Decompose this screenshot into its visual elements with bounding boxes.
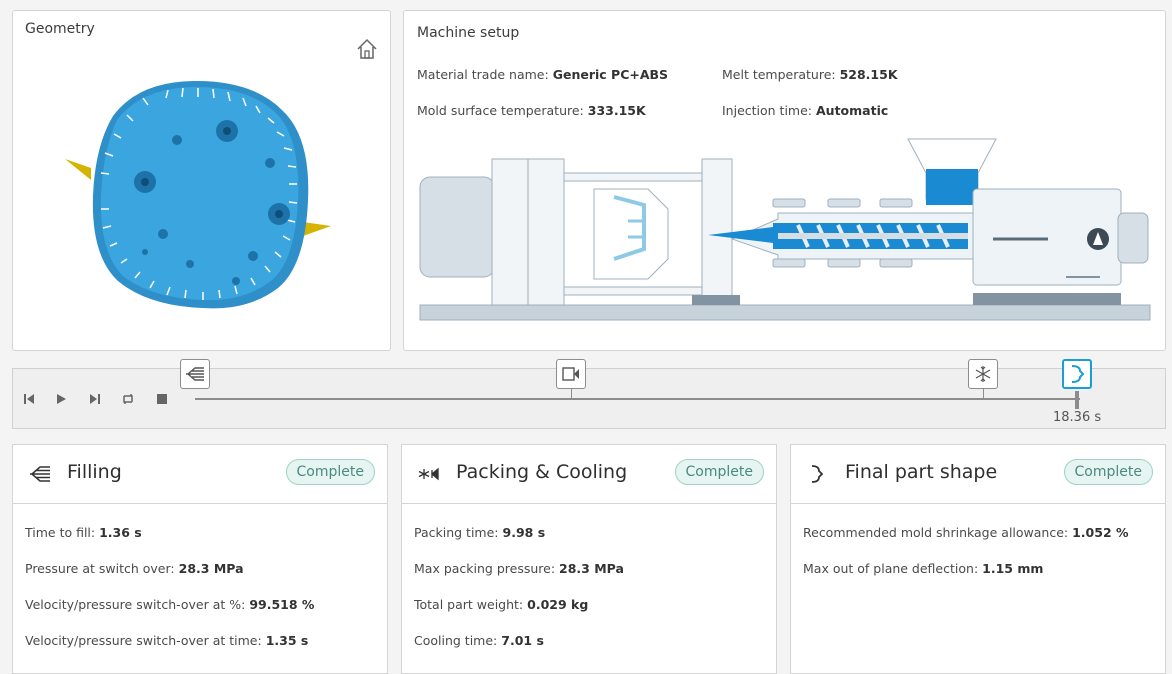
packing-status-badge: Complete (674, 459, 764, 485)
cooling-time: Cooling time: 7.01 s (414, 633, 544, 648)
row-label: Velocity/pressure switch-over at %: (25, 597, 246, 612)
filling-status-badge: Complete (285, 459, 375, 485)
injection-label: Injection time: (722, 103, 813, 118)
geometry-panel: Geometry (12, 10, 391, 351)
switch-over-percent: Velocity/pressure switch-over at %: 99.5… (25, 597, 314, 612)
filling-card-header: Filling Complete (13, 445, 387, 504)
home-icon[interactable] (354, 36, 380, 62)
packing-cooling-icon (418, 467, 439, 481)
pressure-switch-over: Pressure at switch over: 28.3 MPa (25, 561, 244, 576)
material-label: Material trade name: (417, 67, 549, 82)
final-title: Final part shape (845, 461, 998, 483)
row-value: 1.15 mm (982, 561, 1044, 576)
simulation-timeline: 18.36 s (12, 359, 1166, 429)
row-value: 28.3 MPa (559, 561, 624, 576)
mold-shrinkage-allowance: Recommended mold shrinkage allowance: 1.… (803, 525, 1129, 540)
filling-title: Filling (67, 461, 122, 483)
max-packing-pressure: Max packing pressure: 28.3 MPa (414, 561, 624, 576)
packing-icon[interactable] (556, 359, 586, 389)
row-value: 99.518 % (249, 597, 315, 612)
out-of-plane-deflection: Max out of plane deflection: 1.15 mm (803, 561, 1043, 576)
geometry-title: Geometry (25, 21, 95, 37)
row-value: 9.98 s (502, 525, 546, 540)
row-label: Velocity/pressure switch-over at time: (25, 633, 262, 648)
filling-icon (30, 466, 50, 482)
final-shape-icon (811, 465, 824, 483)
play-icon[interactable] (53, 391, 69, 407)
packing-title: Packing & Cooling (456, 461, 628, 483)
packing-card-header: Packing & Cooling Complete (402, 445, 776, 504)
row-label: Cooling time: (414, 633, 498, 648)
melt-label: Melt temperature: (722, 67, 836, 82)
melt-temperature: Melt temperature: 528.15K (722, 67, 898, 82)
row-value: 28.3 MPa (178, 561, 244, 576)
part-model-3d[interactable] (53, 76, 343, 316)
row-label: Packing time: (414, 525, 499, 540)
loop-icon[interactable] (120, 391, 136, 407)
mold-value: 333.15K (587, 103, 646, 118)
row-value: 7.01 s (501, 633, 544, 648)
time-to-fill: Time to fill: 1.36 s (25, 525, 142, 540)
row-label: Pressure at switch over: (25, 561, 175, 576)
final-part-shape-card: Final part shape Complete Recommended mo… (790, 444, 1166, 674)
machine-setup-panel: Machine setup Material trade name: Gener… (403, 10, 1166, 351)
row-value: 1.35 s (265, 633, 309, 648)
total-part-weight: Total part weight: 0.029 kg (414, 597, 588, 612)
final-shape-icon[interactable] (1062, 359, 1092, 389)
row-label: Recommended mold shrinkage allowance: (803, 525, 1069, 540)
row-label: Total part weight: (414, 597, 524, 612)
mold-surface-temperature: Mold surface temperature: 333.15K (417, 103, 646, 118)
row-value: 1.052 % (1072, 525, 1129, 540)
row-label: Max out of plane deflection: (803, 561, 979, 576)
skip-forward-icon[interactable] (87, 391, 103, 407)
injection-time: Injection time: Automatic (722, 103, 888, 118)
cooling-icon[interactable] (968, 359, 998, 389)
row-label: Max packing pressure: (414, 561, 556, 576)
injection-value: Automatic (816, 103, 889, 118)
mold-label: Mold surface temperature: (417, 103, 584, 118)
packing-cooling-card: Packing & Cooling Complete Packing time:… (401, 444, 777, 674)
timeline-playhead[interactable] (1075, 391, 1079, 409)
melt-value: 528.15K (839, 67, 898, 82)
timeline-tick (571, 389, 572, 399)
skip-back-icon[interactable] (21, 391, 37, 407)
machine-setup-title: Machine setup (417, 25, 520, 41)
filling-card: Filling Complete Time to fill: 1.36 s Pr… (12, 444, 388, 674)
row-label: Time to fill: (25, 525, 96, 540)
material-trade-name: Material trade name: Generic PC+ABS (417, 67, 668, 82)
row-value: 0.029 kg (527, 597, 589, 612)
row-value: 1.36 s (99, 525, 142, 540)
injection-machine-illustration (419, 138, 1151, 321)
timeline-time: 18.36 s (1053, 410, 1102, 425)
material-value: Generic PC+ABS (552, 67, 669, 82)
timeline-tick (983, 389, 984, 399)
filling-icon[interactable] (180, 359, 210, 389)
switch-over-time: Velocity/pressure switch-over at time: 1… (25, 633, 308, 648)
final-status-badge: Complete (1063, 459, 1153, 485)
timeline-track[interactable] (195, 398, 1080, 400)
stop-icon[interactable] (154, 391, 170, 407)
final-card-header: Final part shape Complete (791, 445, 1165, 504)
packing-time: Packing time: 9.98 s (414, 525, 545, 540)
